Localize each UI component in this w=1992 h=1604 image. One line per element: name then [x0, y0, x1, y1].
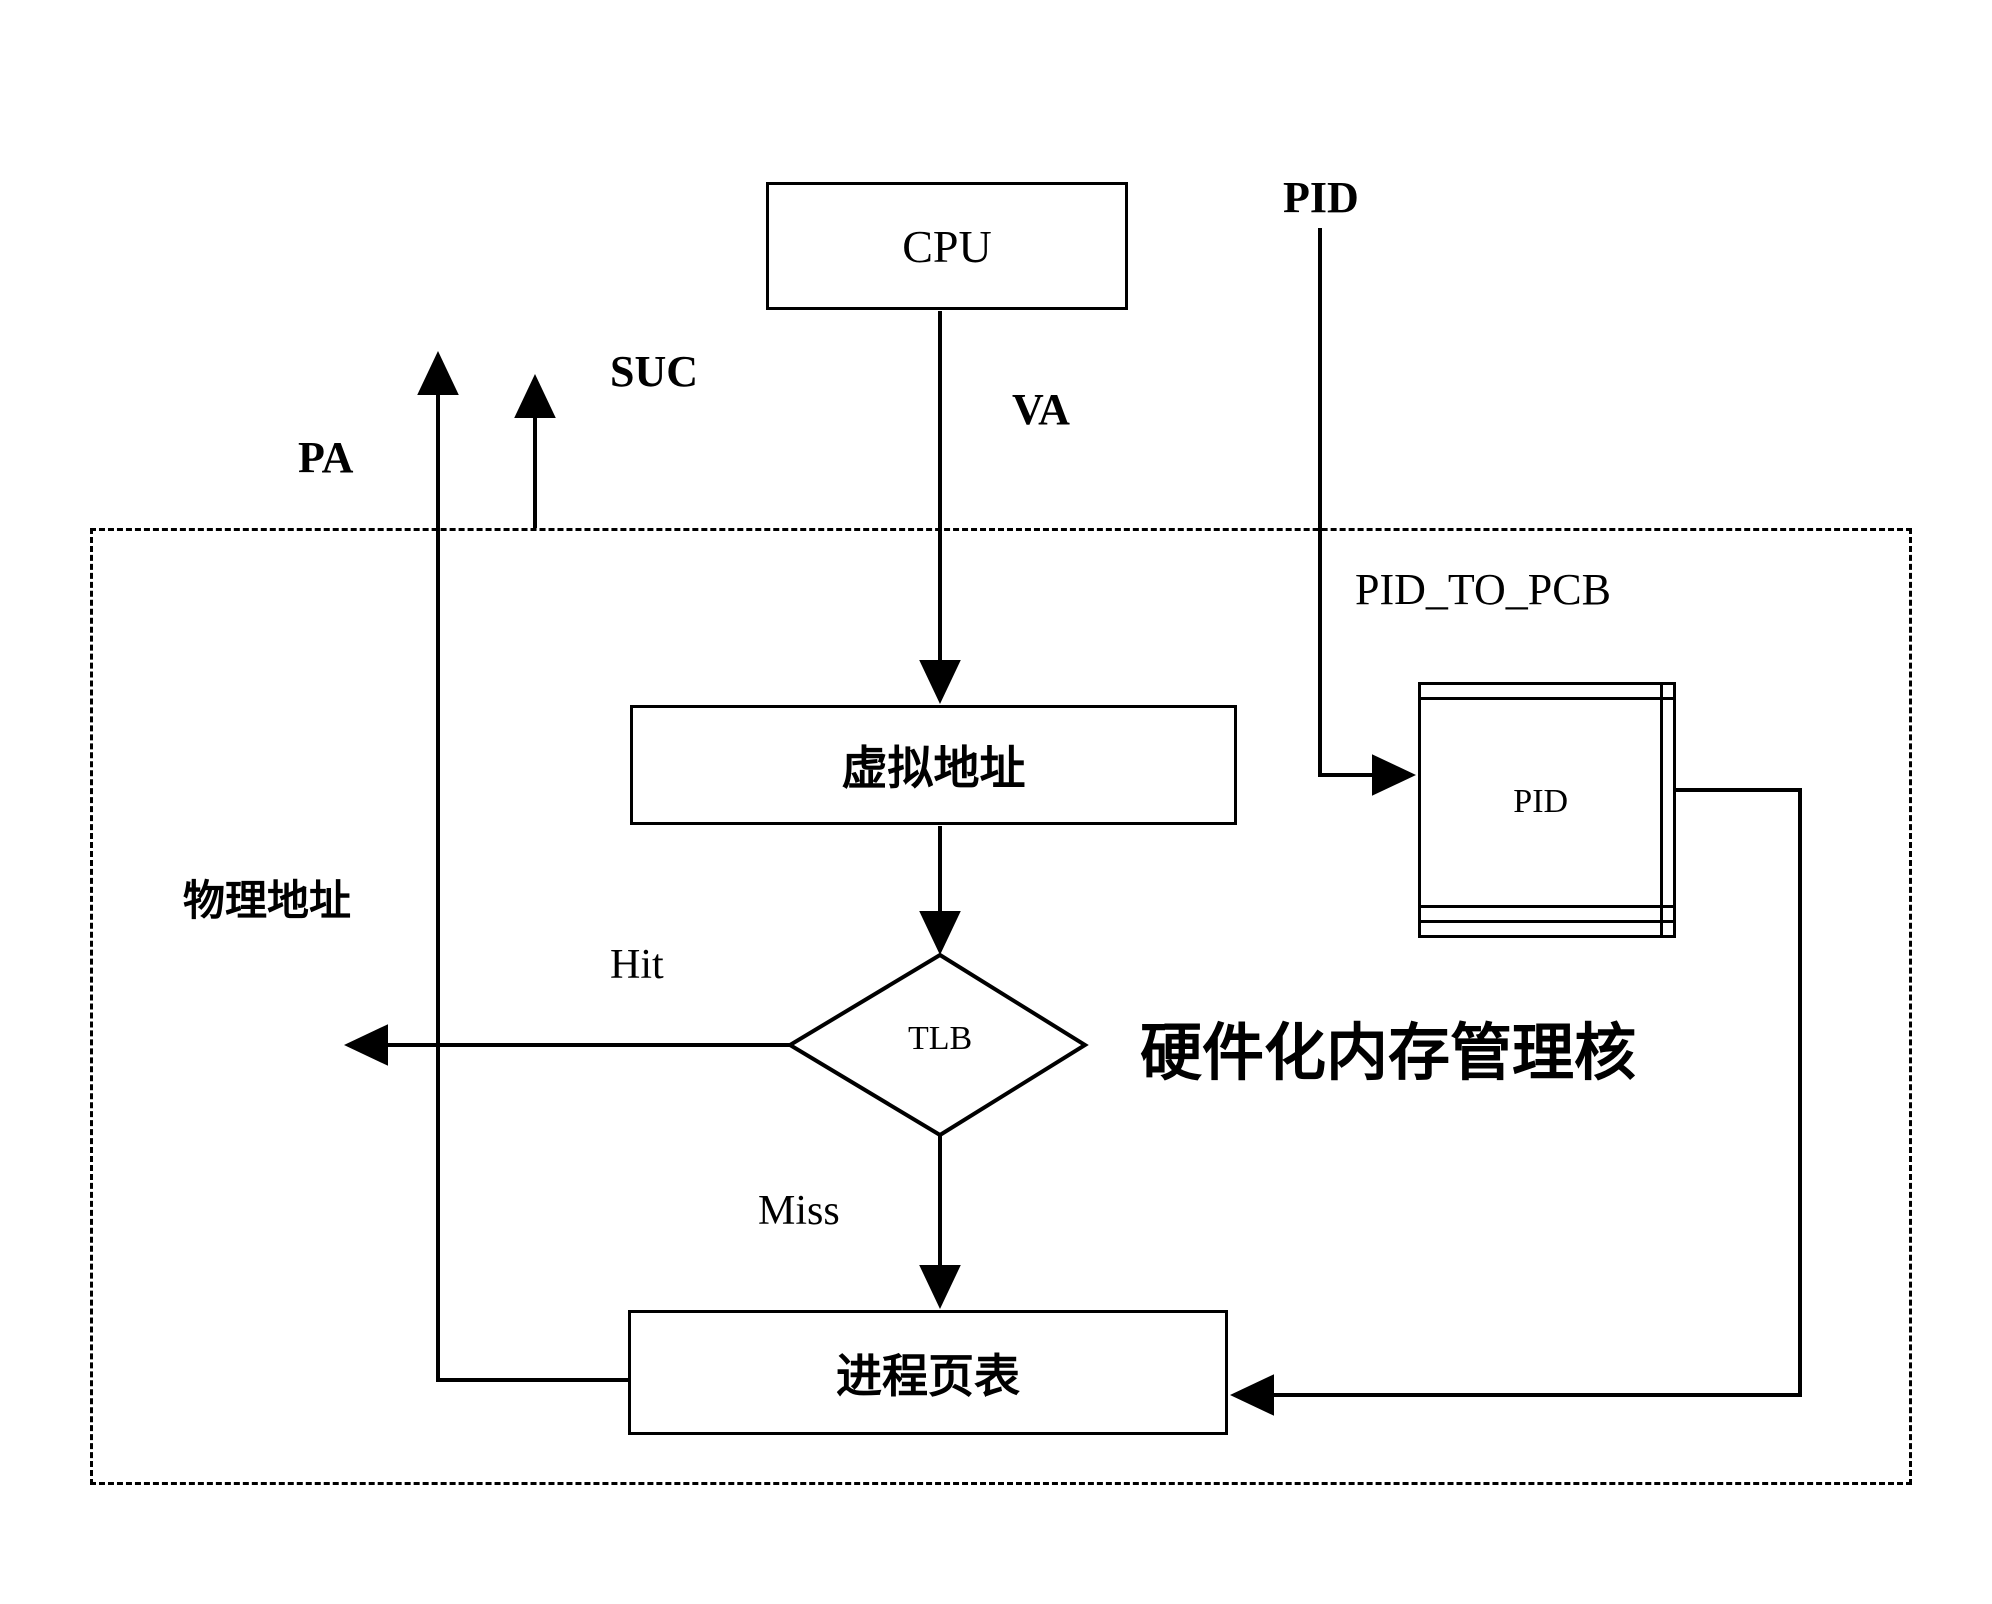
hardware-memory-core-label: 硬件化内存管理核	[1140, 1016, 1637, 1089]
table-row	[1417, 919, 1676, 939]
table-cell-pid: PID	[1417, 697, 1664, 908]
table-row	[1417, 904, 1676, 923]
table-cell	[1417, 681, 1664, 701]
pid-to-pcb-table: PID	[1417, 681, 1676, 939]
process-page-table-label: 进程页表	[836, 1348, 1020, 1403]
virtual-address-label: 虚拟地址	[841, 741, 1026, 795]
table-cell	[1660, 904, 1676, 923]
pid-to-pcb-caption: PID_TO_PCB	[1355, 565, 1611, 614]
tlb-label: TLB	[908, 1020, 973, 1057]
miss-edge-label: Miss	[758, 1188, 840, 1234]
table-cell	[1660, 919, 1676, 939]
table-row: PID	[1417, 697, 1676, 908]
table-cell	[1417, 919, 1664, 939]
physical-address-label: 物理地址	[183, 876, 352, 925]
table-cell	[1660, 681, 1676, 701]
virtual-address-box: 虚拟地址	[630, 705, 1237, 825]
suc-edge-label: SUC	[610, 347, 699, 396]
process-page-table-box: 进程页表	[628, 1310, 1228, 1435]
hit-edge-label: Hit	[610, 942, 664, 988]
va-edge-label: VA	[1012, 385, 1070, 434]
cpu-label: CPU	[902, 220, 992, 272]
table-row	[1417, 681, 1676, 701]
cpu-box: CPU	[766, 182, 1128, 310]
pid-input-label: PID	[1283, 173, 1359, 222]
diagram-canvas: CPU 虚拟地址 进程页表 PID_TO_PCB PID PID VA SUC …	[0, 0, 1992, 1604]
table-cell	[1417, 904, 1664, 923]
table-cell	[1660, 697, 1676, 908]
pa-edge-label: PA	[298, 433, 354, 482]
